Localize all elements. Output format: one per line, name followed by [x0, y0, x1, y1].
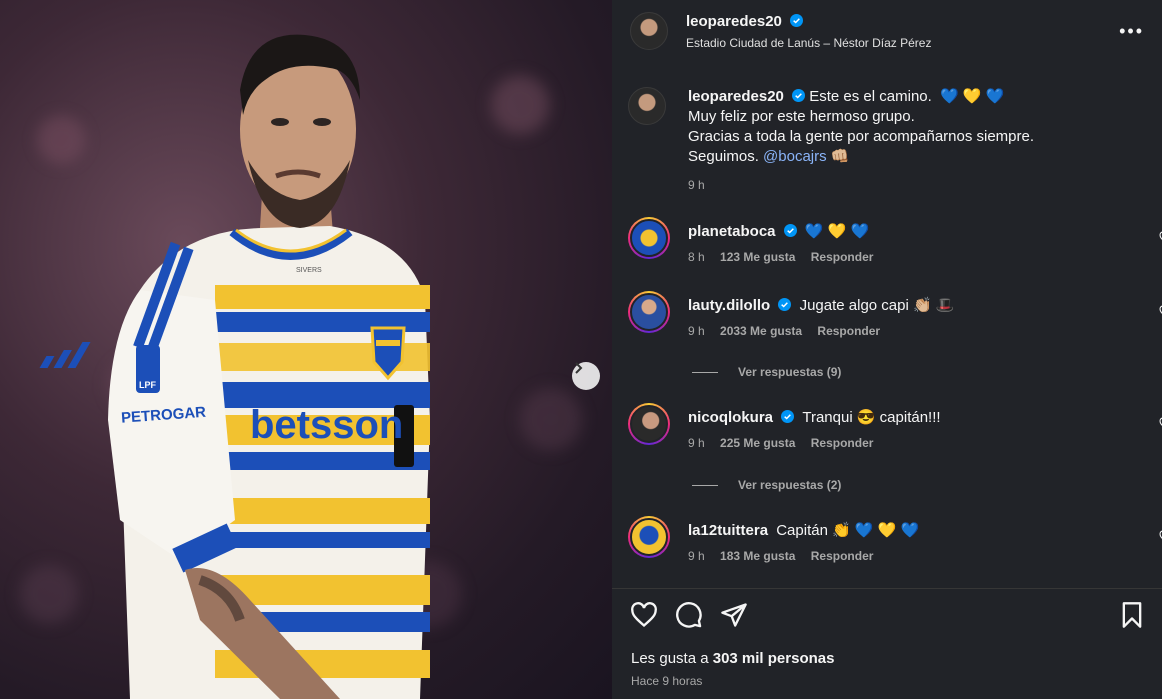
comment-username[interactable]: la12tuittera: [688, 522, 768, 539]
post-caption: leoparedes20 Este es el camino. 💙 💛 💙 Mu…: [628, 87, 1148, 195]
comment-time: 9 h: [688, 436, 705, 450]
comment-time: 9 h: [688, 324, 705, 338]
comment-text: Tranqui 😎 capitán!!!: [802, 409, 941, 426]
caption-line-4: Seguimos.: [688, 148, 759, 165]
comments-panel: leoparedes20 Estadio Ciudad de Lanús – N…: [612, 0, 1162, 699]
caption-line-4-emoji: 👊🏼: [830, 148, 850, 165]
post-photo[interactable]: betsson PETROGAR LPF SIVERS: [0, 0, 612, 699]
caption-avatar[interactable]: [628, 87, 666, 125]
caption-line-1-emoji: 💙 💛 💙: [939, 88, 1005, 105]
author-username[interactable]: leoparedes20: [686, 13, 782, 30]
chevron-right-icon: [575, 362, 583, 374]
verified-badge-icon: [778, 298, 792, 311]
comment-text: Capitán 👏 💙 💛 💙: [776, 522, 920, 539]
player-illustration: betsson PETROGAR LPF SIVERS: [39, 34, 430, 699]
likes-prefix: Les gusta a: [631, 650, 709, 667]
comment-avatar[interactable]: [628, 291, 670, 333]
post-location[interactable]: Estadio Ciudad de Lanús – Néstor Díaz Pé…: [686, 36, 931, 50]
author-avatar[interactable]: [630, 12, 668, 50]
caption-line-3: Gracias a toda la gente por acompañarnos…: [688, 128, 1035, 145]
replies-divider: [692, 484, 718, 486]
view-replies-button[interactable]: Ver respuestas (2): [692, 478, 841, 492]
comment-username[interactable]: lauty.dilollo: [688, 297, 770, 314]
post-header: leoparedes20 Estadio Ciudad de Lanús – N…: [612, 0, 1162, 62]
comment-time: 9 h: [688, 549, 705, 563]
comment-text: Jugate algo capi 👏🏼 🎩: [799, 297, 955, 314]
view-replies-button[interactable]: Ver respuestas (9): [692, 365, 841, 379]
comment-username[interactable]: planetaboca: [688, 223, 776, 240]
comment-avatar[interactable]: [628, 217, 670, 259]
verified-badge-icon: [792, 89, 806, 102]
likes-count[interactable]: 303 mil personas: [713, 650, 835, 667]
caption-line-2: Muy feliz por este hermoso grupo.: [688, 108, 915, 125]
reply-button[interactable]: Responder: [811, 250, 874, 264]
reply-button[interactable]: Responder: [811, 549, 874, 563]
actions-divider: [612, 588, 1162, 589]
comment-likes[interactable]: 2033 Me gusta: [720, 324, 802, 338]
reply-button[interactable]: Responder: [817, 324, 880, 338]
save-bookmark-icon[interactable]: [1118, 601, 1146, 629]
likes-summary[interactable]: Les gusta a 303 mil personas: [631, 650, 834, 667]
like-heart-icon[interactable]: [630, 601, 658, 629]
comment-likes[interactable]: 123 Me gusta: [720, 250, 795, 264]
view-replies-label[interactable]: Ver respuestas (2): [738, 478, 841, 492]
comment-username[interactable]: nicoqlokura: [688, 409, 773, 426]
share-send-icon[interactable]: [720, 601, 748, 629]
comment-item: nicoqlokura Tranqui 😎 capitán!!! 9 h 225…: [628, 403, 1162, 450]
verified-badge-icon: [781, 410, 795, 423]
verified-badge-icon: [790, 13, 804, 27]
verified-badge-icon: [783, 224, 797, 237]
comment-item: planetaboca 💙 💛 💙 8 h 123 Me gusta Respo…: [628, 217, 1162, 264]
comment-item: la12tuittera Capitán 👏 💙 💛 💙 9 h 183 Me …: [628, 516, 1162, 563]
carousel-next-button[interactable]: [572, 362, 600, 390]
caption-time: 9 h: [688, 178, 705, 192]
mention-link[interactable]: @bocajrs: [763, 148, 827, 165]
comment-avatar[interactable]: [628, 403, 670, 445]
post-actions-bar: [630, 601, 1146, 629]
caption-username[interactable]: leoparedes20: [688, 88, 784, 105]
more-options-icon[interactable]: •••: [1119, 22, 1144, 40]
league-badge-text: LPF: [139, 380, 157, 390]
sponsor-text: betsson: [250, 403, 403, 447]
view-replies-label[interactable]: Ver respuestas (9): [738, 365, 841, 379]
comment-likes[interactable]: 183 Me gusta: [720, 549, 795, 563]
comment-avatar[interactable]: [628, 516, 670, 558]
reply-button[interactable]: Responder: [811, 436, 874, 450]
comment-likes[interactable]: 225 Me gusta: [720, 436, 795, 450]
comment-text: 💙 💛 💙: [804, 223, 870, 240]
caption-line-1: Este es el camino.: [809, 88, 932, 105]
replies-divider: [692, 371, 718, 373]
comment-time: 8 h: [688, 250, 705, 264]
post-timestamp: Hace 9 horas: [631, 674, 703, 688]
comment-item: lauty.dilollo Jugate algo capi 👏🏼 🎩 9 h …: [628, 291, 1162, 338]
neck-text: SIVERS: [296, 267, 322, 274]
comment-bubble-icon[interactable]: [675, 601, 703, 629]
